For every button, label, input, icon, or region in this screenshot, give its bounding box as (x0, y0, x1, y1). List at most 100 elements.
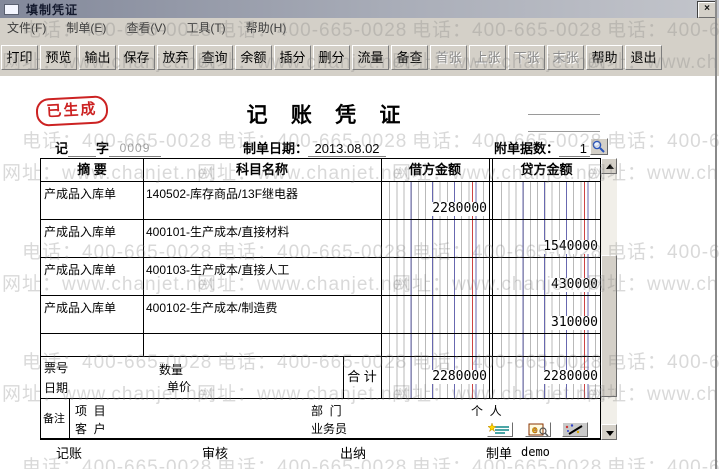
voucher-word-prefix: 记 (55, 141, 69, 156)
generated-stamp: 已生成 (35, 95, 109, 127)
row-account-cell[interactable]: 400103-生产成本/直接人工 (146, 261, 378, 278)
project-label: 项 目 (75, 404, 106, 418)
voucher-number-field[interactable]: 0009 (109, 141, 162, 157)
prepare-label: 制单 (486, 446, 513, 461)
toolbar-button-2[interactable]: 输出 (79, 44, 116, 70)
row-credit-amount[interactable]: 1540000 (542, 240, 599, 254)
vertical-scrollbar[interactable] (601, 158, 617, 440)
header-summary: 摘 要 (77, 162, 107, 177)
person-label: 个 人 (471, 404, 502, 418)
totals-debit-amount: 2280000 (431, 369, 488, 384)
remark-label: 备注 (43, 413, 65, 425)
grid-line (143, 159, 144, 356)
attachments-field[interactable]: 1 (559, 141, 591, 157)
voucher-title: 记 账 凭 证 (246, 103, 410, 127)
debit-credit-divider (489, 159, 493, 398)
attachments-label: 附单据数： (494, 141, 560, 156)
header-credit: 贷方金额 (520, 162, 573, 177)
toolbar-button-0[interactable]: 打印 (1, 44, 38, 70)
attachments-lookup-button[interactable] (590, 138, 608, 155)
window-icon (4, 3, 19, 15)
department-label: 部 门 (311, 404, 342, 418)
scroll-up-button[interactable] (601, 158, 617, 174)
row-debit-amount[interactable]: 2280000 (431, 202, 488, 216)
note-lines-star-icon (487, 422, 509, 434)
menu-item-1[interactable]: 制单(E) (59, 19, 113, 38)
toolbar-button-12: 上张 (469, 44, 506, 70)
stub-date-label: 日期 (44, 381, 69, 395)
blank-field-rule (528, 114, 600, 115)
grid-line (41, 333, 600, 334)
menu-item-4[interactable]: 帮助(H) (239, 19, 294, 38)
voucher-word-gap (68, 141, 97, 157)
grid-line (41, 356, 600, 357)
menu-item-0[interactable]: 文件(F) (0, 19, 53, 38)
arrow-down-icon (606, 431, 614, 436)
toolbar-button-3[interactable]: 保存 (118, 44, 155, 70)
stub-ticket-label: 票号 (44, 361, 69, 375)
cashier-label: 出纳 (340, 446, 367, 461)
totals-label: 合 计 (347, 369, 377, 384)
toolbar-button-15[interactable]: 帮助 (586, 44, 623, 70)
row-summary-cell[interactable]: 产成品入库单 (44, 185, 140, 202)
magnifier-icon (592, 140, 605, 153)
customer-label: 客 户 (75, 422, 106, 436)
toolbar-button-8[interactable]: 删分 (313, 44, 350, 70)
toolbar-button-4[interactable]: 放弃 (157, 44, 194, 70)
grid-line (41, 219, 600, 220)
grid-line (41, 181, 600, 182)
scrollbar-thumb[interactable] (601, 255, 617, 397)
toolbar-button-14: 末张 (547, 44, 584, 70)
voucher-word-suffix: 字 (96, 141, 110, 156)
row-summary-cell[interactable]: 产成品入库单 (44, 299, 140, 316)
date-label: 制单日期： (243, 141, 309, 156)
voucher-date-group: 制单日期： 2013.08.02 (243, 138, 387, 157)
row-account-cell[interactable]: 400101-生产成本/直接材料 (146, 223, 378, 240)
voucher-number-group: 记 字 0009 (55, 138, 162, 157)
e-document-button[interactable]: e (525, 422, 551, 437)
grid-line (381, 159, 382, 398)
row-summary-cell[interactable]: 产成品入库单 (44, 261, 140, 278)
blank-field-rule (528, 131, 600, 132)
menu-bar: 文件(F) 制单(E) 查看(V) 工具(T) 帮助(H) (0, 18, 719, 39)
clerk-label: 业务员 (311, 422, 348, 436)
e-logo-magnifier-icon: e (528, 423, 549, 437)
svg-text:e: e (532, 425, 538, 436)
window-titlebar: 填制凭证 (0, 0, 719, 18)
toolbar-button-1[interactable]: 预览 (40, 44, 77, 70)
new-note-button[interactable] (487, 422, 513, 437)
row-credit-amount[interactable]: 310000 (550, 316, 599, 330)
row-summary-cell[interactable]: 产成品入库单 (44, 223, 140, 240)
voucher-table: 摘 要 科目名称 借方金额 贷方金额 产成品入库单 140502-库存商品/13F… (40, 158, 601, 440)
toolbar-button-16[interactable]: 退出 (625, 44, 662, 70)
row-account-cell[interactable]: 400102-生产成本/制造费 (146, 299, 378, 316)
window-title: 填制凭证 (26, 2, 79, 17)
stub-qty-label: 数量 (159, 363, 184, 377)
toolbar-button-9[interactable]: 流量 (352, 44, 389, 70)
stub-price-label: 单价 (167, 380, 192, 394)
toolbar-button-7[interactable]: 插分 (274, 44, 311, 70)
menu-item-3[interactable]: 工具(T) (179, 19, 232, 38)
attachments-group: 附单据数： 1 (494, 138, 608, 157)
grid-line (41, 257, 600, 258)
toolbar-button-11: 首张 (430, 44, 467, 70)
close-button[interactable]: × (698, 2, 716, 18)
toolbar: 打印 预览 输出 保存 放弃 查询 余额 插分 删分 流量 备查 首张 上张 下张 末张 帮助 退出 (0, 38, 719, 76)
toolbar-button-10[interactable]: 备查 (391, 44, 428, 70)
magic-wand-button[interactable] (562, 422, 588, 437)
toolbar-button-6[interactable]: 余额 (235, 44, 272, 70)
header-debit: 借方金额 (408, 162, 461, 177)
menu-item-2[interactable]: 查看(V) (119, 19, 173, 38)
row-credit-amount[interactable]: 430000 (550, 278, 599, 292)
date-field[interactable]: 2013.08.02 (308, 141, 387, 157)
toolbar-button-5[interactable]: 查询 (196, 44, 233, 70)
audit-label: 审核 (202, 446, 229, 461)
arrow-up-icon (606, 164, 614, 169)
row-account-cell[interactable]: 140502-库存商品/13F继电器 (146, 185, 378, 202)
grid-line (69, 398, 70, 438)
header-account: 科目名称 (235, 162, 288, 177)
voucher-info-row: 记 字 0009 制单日期： 2013.08.02 附单据数： 1 (0, 138, 719, 157)
grid-line (41, 295, 600, 296)
scroll-down-button[interactable] (601, 424, 617, 440)
grid-line (41, 398, 600, 399)
